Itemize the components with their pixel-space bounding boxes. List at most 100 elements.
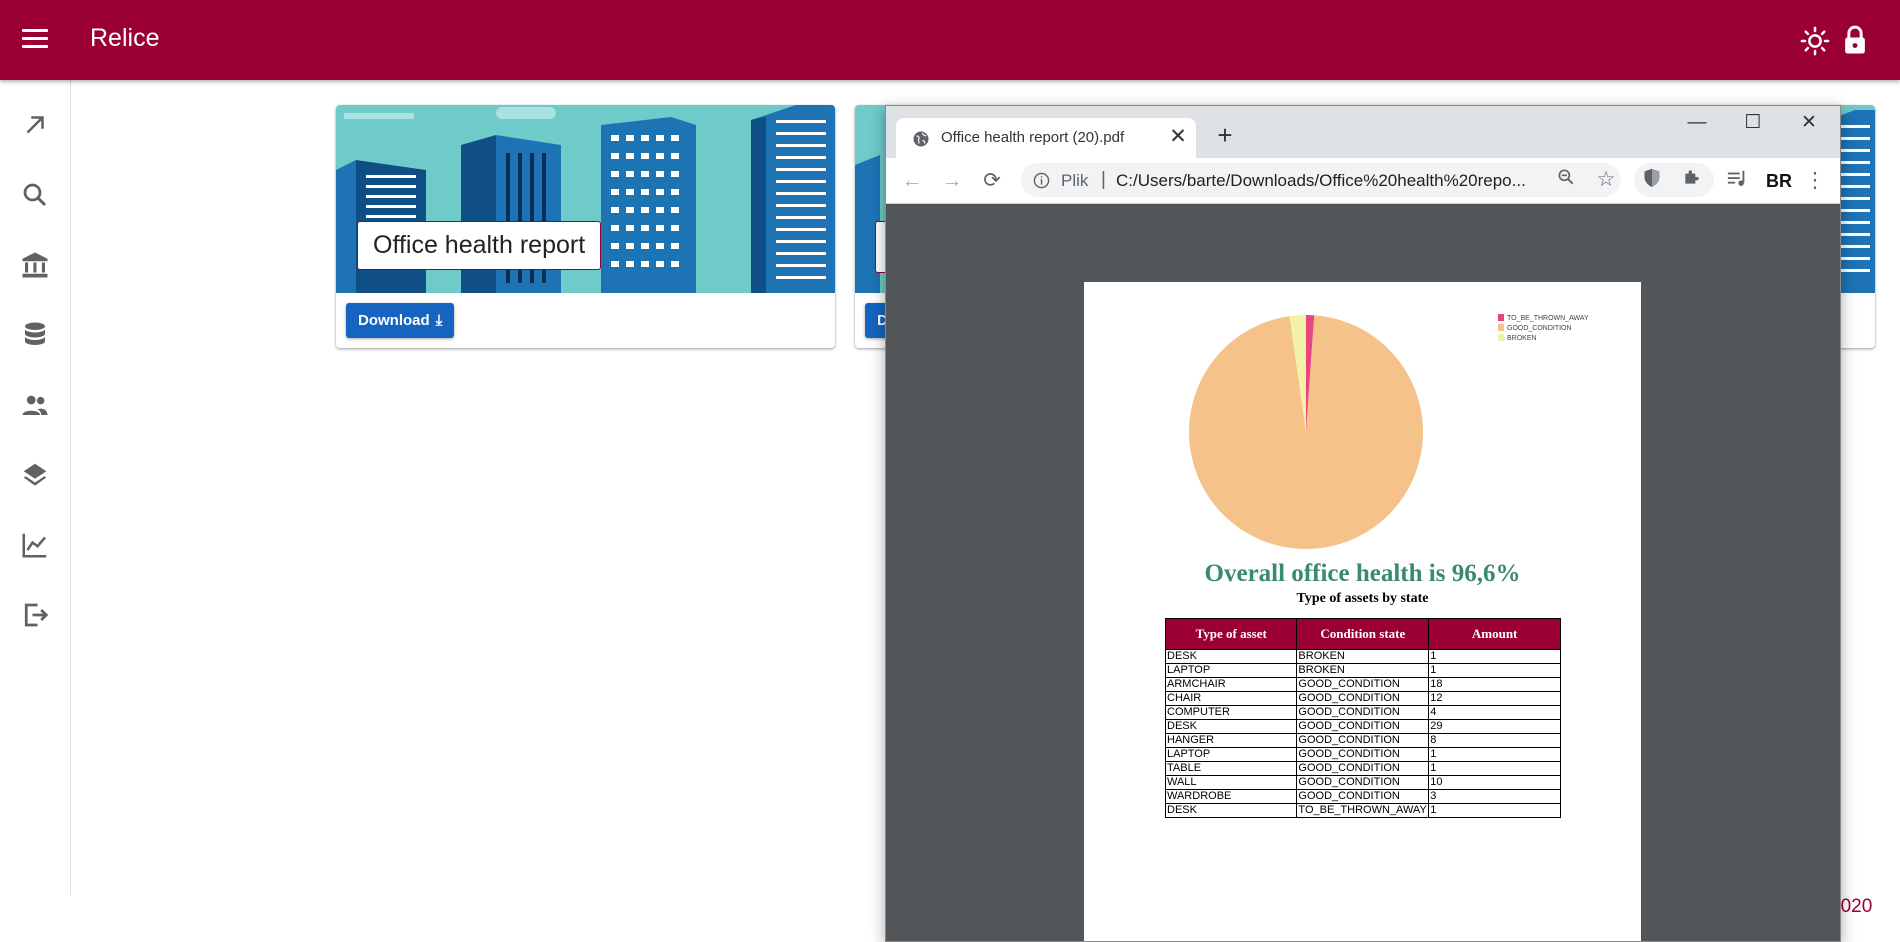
- cell-asset-type: WALL: [1164, 775, 1298, 790]
- cell-condition: TO_BE_THROWN_AWAY: [1296, 803, 1430, 818]
- url-separator: |: [1101, 169, 1106, 190]
- layers-icon[interactable]: [20, 460, 50, 490]
- address-bar[interactable]: Plik | C:/Users/barte/Downloads/Office%2…: [1021, 163, 1621, 197]
- chart-legend: TO_BE_THROWN_AWAY GOOD_CONDITION BROKEN: [1498, 314, 1589, 344]
- legend-swatch: [1498, 334, 1504, 341]
- browser-toolbar: ← → ⟳ Plik | C:/Users/barte/Downloads/Of…: [886, 158, 1840, 204]
- cell-asset-type: TABLE: [1164, 761, 1298, 776]
- cell-asset-type: ARMCHAIR: [1164, 677, 1298, 692]
- br-extension-icon[interactable]: BR: [1761, 168, 1797, 194]
- chart-icon[interactable]: [20, 530, 50, 560]
- browser-tab[interactable]: Office health report (20).pdf ✕: [896, 118, 1196, 158]
- cell-asset-type: CHAIR: [1164, 691, 1298, 706]
- bookmark-star-icon[interactable]: ☆: [1593, 167, 1619, 193]
- back-icon[interactable]: ←: [899, 168, 925, 194]
- zoom-out-icon[interactable]: [1553, 167, 1579, 193]
- reading-list-icon[interactable]: [1724, 168, 1750, 194]
- close-tab-icon[interactable]: ✕: [1165, 124, 1191, 150]
- close-window-icon[interactable]: ✕: [1786, 110, 1832, 138]
- cell-asset-type: DESK: [1164, 649, 1298, 664]
- download-icon: ⤓: [435, 312, 443, 329]
- table-row: DESK TO_BE_THROWN_AWAY 1: [1164, 803, 1561, 818]
- pdf-browser-window: Office health report (20).pdf ✕ + — ☐ ✕ …: [885, 105, 1841, 942]
- cell-amount: 3: [1428, 789, 1561, 804]
- cell-amount: 18: [1428, 677, 1561, 692]
- cell-condition: GOOD_CONDITION: [1296, 719, 1430, 734]
- legend-item: GOOD_CONDITION: [1498, 324, 1589, 334]
- cell-condition: GOOD_CONDITION: [1296, 677, 1430, 692]
- table-row: DESK GOOD_CONDITION 29: [1164, 719, 1561, 734]
- cell-amount: 1: [1428, 649, 1561, 664]
- table-row: ARMCHAIR GOOD_CONDITION 18: [1164, 677, 1561, 692]
- legend-item: TO_BE_THROWN_AWAY: [1498, 314, 1589, 324]
- brightness-icon[interactable]: [1800, 26, 1830, 56]
- extensions-icon[interactable]: [1679, 167, 1705, 193]
- url-scheme: Plik: [1061, 171, 1089, 190]
- sidebar: [0, 80, 71, 895]
- cell-asset-type: LAPTOP: [1164, 663, 1298, 678]
- table-row: CHAIR GOOD_CONDITION 12: [1164, 691, 1561, 706]
- cell-condition: GOOD_CONDITION: [1296, 691, 1430, 706]
- globe-icon: [912, 130, 930, 148]
- people-icon[interactable]: [20, 390, 50, 420]
- pdf-viewer: TO_BE_THROWN_AWAY GOOD_CONDITION BROKEN …: [886, 204, 1840, 941]
- cell-amount: 1: [1428, 663, 1561, 678]
- cell-amount: 1: [1428, 803, 1561, 818]
- table-row: COMPUTER GOOD_CONDITION 4: [1164, 705, 1561, 720]
- cell-condition: BROKEN: [1296, 649, 1430, 664]
- table-row: HANGER GOOD_CONDITION 8: [1164, 733, 1561, 748]
- cell-condition: GOOD_CONDITION: [1296, 761, 1430, 776]
- bank-icon[interactable]: [20, 250, 50, 280]
- search-icon[interactable]: [20, 180, 50, 210]
- cell-asset-type: LAPTOP: [1164, 747, 1298, 762]
- cell-condition: GOOD_CONDITION: [1296, 733, 1430, 748]
- new-tab-icon[interactable]: +: [1211, 122, 1239, 150]
- table-row: WALL GOOD_CONDITION 10: [1164, 775, 1561, 790]
- assets-table: Type of asset Condition state Amount DES…: [1164, 618, 1561, 818]
- cell-amount: 1: [1428, 747, 1561, 762]
- cell-amount: 1: [1428, 761, 1561, 776]
- legend-label: TO_BE_THROWN_AWAY: [1507, 315, 1589, 322]
- reload-icon[interactable]: ⟳: [979, 168, 1005, 194]
- health-headline: Overall office health is 96,6%: [1204, 560, 1521, 587]
- logout-icon[interactable]: [20, 600, 50, 630]
- app-bar: Relice: [0, 0, 1900, 80]
- cell-asset-type: HANGER: [1164, 733, 1298, 748]
- download-button-label: Download: [358, 312, 430, 329]
- column-header: Condition state: [1296, 618, 1430, 650]
- table-row: DESK BROKEN 1: [1164, 649, 1561, 664]
- minimize-icon[interactable]: —: [1674, 110, 1720, 138]
- shield-icon[interactable]: [1639, 167, 1665, 193]
- lock-icon[interactable]: [1840, 24, 1870, 56]
- forward-icon[interactable]: →: [939, 168, 965, 194]
- cell-condition: BROKEN: [1296, 663, 1430, 678]
- card-title: Office health report: [357, 221, 602, 270]
- more-menu-icon[interactable]: ⋮: [1802, 168, 1828, 194]
- database-icon[interactable]: [20, 320, 50, 350]
- arrow-up-right-icon[interactable]: [20, 110, 50, 140]
- pdf-page: TO_BE_THROWN_AWAY GOOD_CONDITION BROKEN …: [1084, 282, 1641, 941]
- legend-label: BROKEN: [1507, 335, 1537, 342]
- cell-condition: GOOD_CONDITION: [1296, 775, 1430, 790]
- cell-amount: 12: [1428, 691, 1561, 706]
- cell-amount: 29: [1428, 719, 1561, 734]
- download-button[interactable]: Download ⤓: [346, 303, 455, 338]
- legend-item: BROKEN: [1498, 334, 1589, 344]
- legend-swatch: [1498, 314, 1504, 321]
- cell-asset-type: DESK: [1164, 719, 1298, 734]
- table-row: TABLE GOOD_CONDITION 1: [1164, 761, 1561, 776]
- report-card: Office health report Download ⤓: [336, 105, 835, 348]
- table-subtitle: Type of assets by state: [1296, 591, 1429, 606]
- cell-amount: 4: [1428, 705, 1561, 720]
- column-header: Type of asset: [1164, 618, 1298, 650]
- url-text[interactable]: C:/Users/barte/Downloads/Office%20health…: [1116, 171, 1551, 191]
- column-header: Amount: [1428, 618, 1561, 650]
- menu-icon[interactable]: [18, 24, 52, 56]
- cell-asset-type: COMPUTER: [1164, 705, 1298, 720]
- maximize-icon[interactable]: ☐: [1730, 110, 1776, 138]
- legend-swatch: [1498, 324, 1504, 331]
- table-row: WARDROBE GOOD_CONDITION 3: [1164, 789, 1561, 804]
- info-icon[interactable]: [1033, 172, 1050, 189]
- extensions-group: [1634, 163, 1714, 197]
- table-row: LAPTOP GOOD_CONDITION 1: [1164, 747, 1561, 762]
